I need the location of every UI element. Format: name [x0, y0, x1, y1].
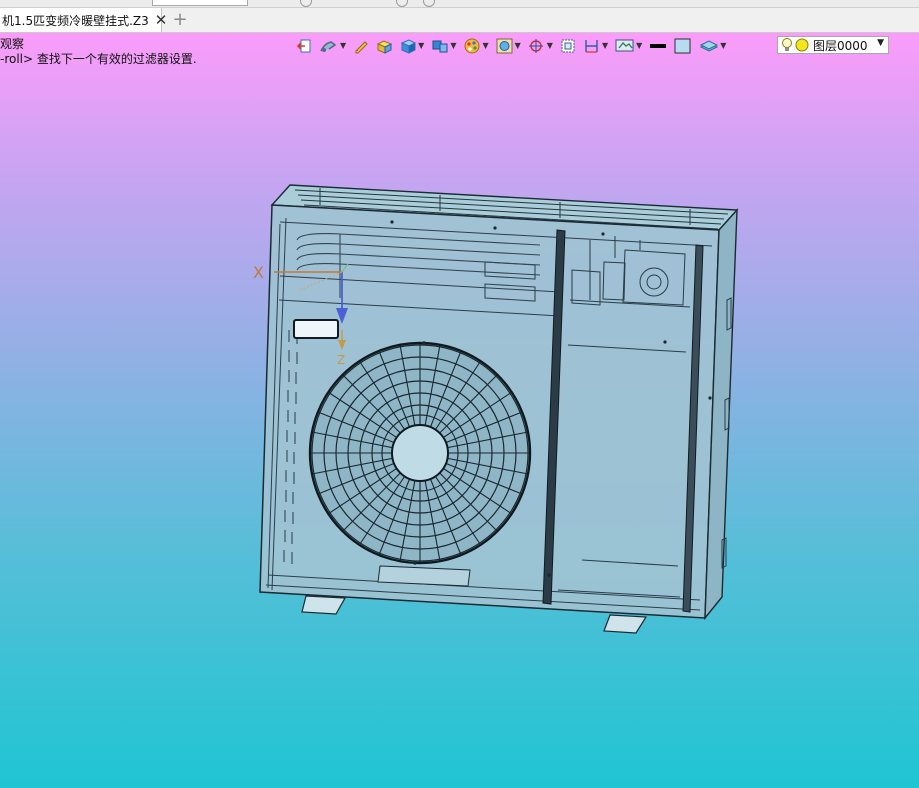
- display-mode-icon[interactable]: ▼: [615, 36, 642, 56]
- layer-state-icon: [795, 38, 809, 52]
- chevron-down-icon[interactable]: ▼: [877, 38, 884, 48]
- layer-visibility-icon[interactable]: ▼: [699, 36, 726, 56]
- axis-x-label: X: [253, 263, 264, 282]
- axis-z-label: Z: [337, 353, 346, 367]
- palette-icon[interactable]: ▼: [463, 36, 489, 56]
- view-toolbar: ▼ ▼ ▼ ▼ ▼ ▼ ▼ ▼ ▼: [296, 35, 733, 57]
- line-color-swatch: [650, 44, 667, 48]
- prompt-line-2: -roll> 查找下一个有效的过滤器设置.: [0, 52, 197, 66]
- layer-name: 图层0000: [813, 38, 868, 53]
- filter-icon[interactable]: ▼: [319, 36, 346, 56]
- top-combo-box[interactable]: [152, 0, 248, 6]
- top-title-strip: [0, 0, 919, 8]
- prompt-line-1: 观察: [0, 37, 25, 51]
- snap-target-icon[interactable]: ▼: [528, 36, 553, 56]
- view-fit-icon[interactable]: ▼: [496, 36, 521, 56]
- redo-icon[interactable]: [396, 0, 408, 7]
- add-tab-icon[interactable]: +: [170, 9, 190, 31]
- exit-icon[interactable]: [296, 36, 312, 56]
- undo-icon[interactable]: [300, 0, 312, 7]
- dimension-icon[interactable]: ▼: [583, 36, 608, 56]
- solid-box-icon[interactable]: [376, 36, 393, 56]
- fill-color-swatch: [674, 38, 691, 54]
- layer-selector[interactable]: 图层0000 ▼: [777, 36, 889, 54]
- close-icon[interactable]: ✕: [155, 12, 168, 28]
- settings-icon[interactable]: [423, 0, 435, 7]
- outdoor-ac-unit-model[interactable]: [250, 179, 750, 639]
- box-shading-icon[interactable]: ▼: [400, 36, 424, 56]
- pencil-icon[interactable]: [353, 36, 369, 56]
- part-icon[interactable]: ▼: [431, 36, 456, 56]
- bulb-icon[interactable]: [781, 37, 793, 53]
- document-tab-bar: 机1.5匹变频冷暖壁挂式.Z3 ✕ +: [0, 8, 919, 33]
- frame-icon[interactable]: [560, 36, 576, 56]
- document-tab-title: 机1.5匹变频冷暖壁挂式.Z3: [2, 13, 149, 28]
- document-tab[interactable]: 机1.5匹变频冷暖壁挂式.Z3 ✕: [0, 8, 167, 32]
- command-prompt: 观察 -roll> 查找下一个有效的过滤器设置.: [0, 37, 197, 67]
- fill-color-icon[interactable]: [674, 36, 692, 56]
- 3d-viewport[interactable]: 观察 -roll> 查找下一个有效的过滤器设置. ▼ ▼ ▼ ▼ ▼ ▼ ▼ ▼…: [0, 33, 919, 788]
- line-color-icon[interactable]: [649, 36, 667, 56]
